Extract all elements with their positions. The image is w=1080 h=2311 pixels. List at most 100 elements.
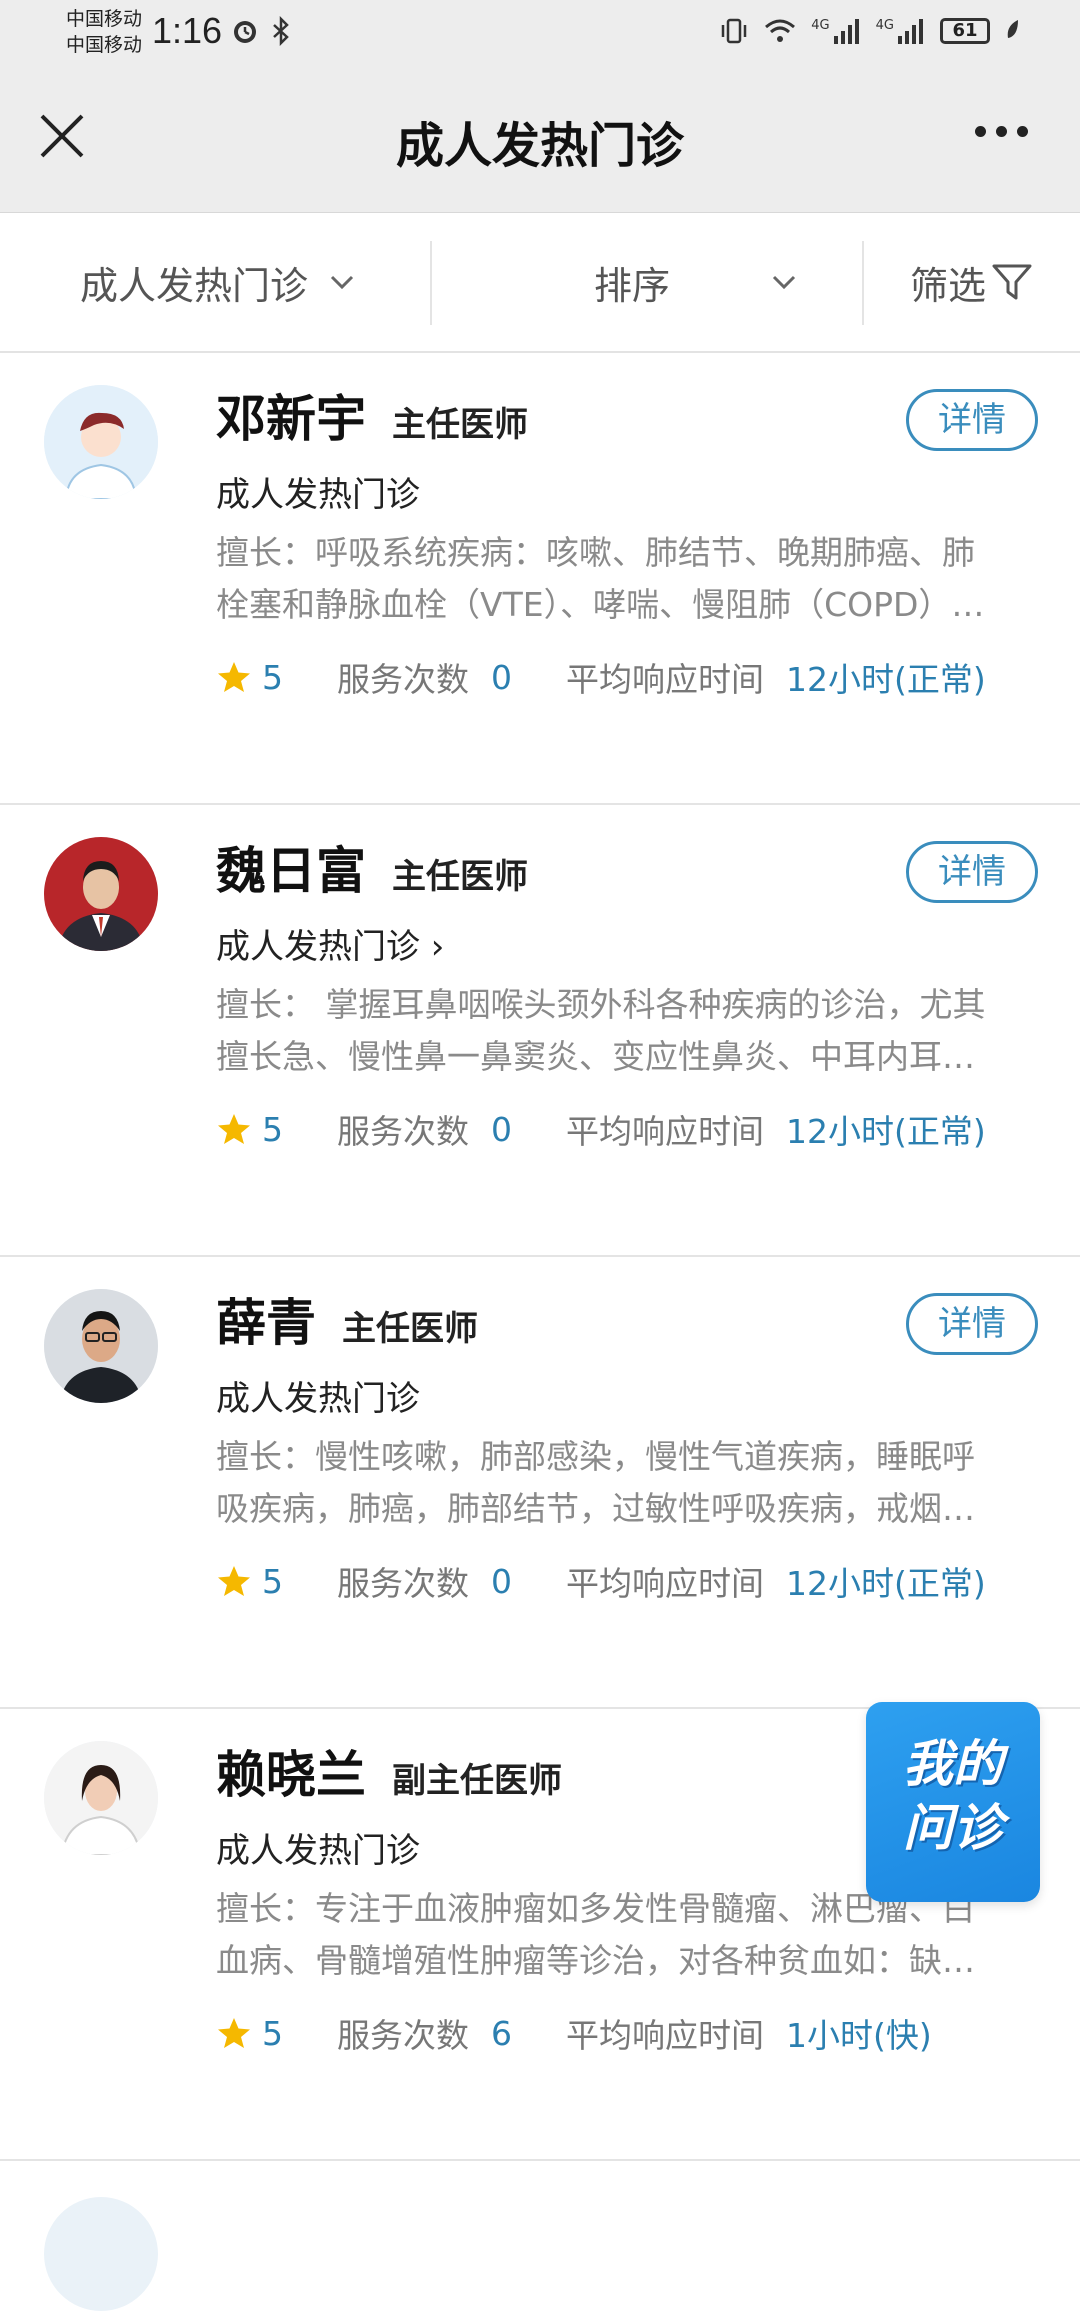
chevron-down-icon bbox=[330, 275, 354, 290]
doctor-department: 成人发热门诊 bbox=[216, 1379, 420, 1419]
response-time: 12小时(正常) bbox=[786, 660, 986, 699]
signal-label-2: 4G bbox=[875, 17, 894, 33]
doctor-card[interactable]: 薛青 主任医师 成人发热门诊 擅长：慢性咳嗽，肺部感染，慢性气道疾病，睡眠呼 吸疾病… bbox=[0, 1257, 1080, 1709]
service-count: 6 bbox=[491, 2013, 512, 2053]
battery-indicator: 61 bbox=[940, 18, 990, 44]
detail-button[interactable]: 详情 bbox=[906, 389, 1038, 451]
bluetooth-icon bbox=[273, 16, 289, 46]
doctor-photo bbox=[44, 1289, 158, 1403]
doctor-avatar bbox=[44, 385, 158, 499]
department-filter-label: 成人发热门诊 bbox=[80, 263, 309, 308]
response-time-label: 平均响应时间 bbox=[566, 660, 764, 699]
specialty-line: 吸疾病，肺癌，肺部结节，过敏性呼吸疾病，戒烟… bbox=[216, 1489, 975, 1528]
specialty-line: 擅长：慢性咳嗽，肺部感染，慢性气道疾病，睡眠呼 bbox=[216, 1437, 975, 1476]
response-time: 12小时(正常) bbox=[786, 1112, 986, 1151]
doctor-photo bbox=[44, 837, 158, 951]
doctor-department: 成人发热门诊 bbox=[216, 1831, 420, 1871]
doctor-name: 薛青 bbox=[216, 1294, 316, 1352]
sort-filter[interactable]: 排序 bbox=[594, 213, 798, 351]
doctor-avatar bbox=[44, 837, 158, 951]
rating-value: 5 bbox=[262, 1561, 283, 1601]
doctor-stats: 5 服务次数 0 平均响应时间 12小时(正常) bbox=[216, 653, 986, 701]
doctor-name-row: 邓新宇 主任医师 bbox=[216, 379, 528, 451]
specialty-line: 擅长： 掌握耳鼻咽喉头颈外科各种疾病的诊治，尤其 bbox=[216, 985, 986, 1024]
star-icon bbox=[218, 1566, 250, 1596]
doctor-title: 主任医师 bbox=[392, 857, 528, 897]
doctor-title: 主任医师 bbox=[392, 405, 528, 445]
vibrate-icon bbox=[722, 18, 747, 44]
doctor-card-partial[interactable] bbox=[0, 2161, 1080, 2311]
my-consultation-line2: 问诊 bbox=[903, 1799, 1003, 1857]
doctor-name: 魏日富 bbox=[216, 842, 366, 900]
carrier-top: 中国移动 bbox=[66, 8, 143, 30]
detail-button[interactable]: 详情 bbox=[906, 841, 1038, 903]
rating-value: 5 bbox=[262, 657, 283, 697]
wifi-icon bbox=[765, 19, 796, 42]
service-count-label: 服务次数 bbox=[337, 1564, 469, 1603]
rating-value: 5 bbox=[262, 2013, 283, 2053]
doctor-stats: 5 服务次数 0 平均响应时间 12小时(正常) bbox=[216, 1557, 986, 1605]
alarm-icon bbox=[234, 21, 256, 43]
specialty-line: 擅长急、慢性鼻一鼻窦炎、变应性鼻炎、中耳内耳… bbox=[216, 1037, 975, 1076]
doctor-title: 主任医师 bbox=[342, 1309, 478, 1349]
response-time-label: 平均响应时间 bbox=[566, 2016, 764, 2055]
my-consultation-line1: 我的 bbox=[903, 1735, 1003, 1793]
doctor-specialty: 擅长： 掌握耳鼻咽喉头颈外科各种疾病的诊治，尤其 擅长急、慢性鼻一鼻窦炎、变应性鼻… bbox=[216, 979, 1036, 1083]
doctor-card[interactable]: 魏日富 主任医师 成人发热门诊 › 擅长： 掌握耳鼻咽喉头颈外科各种疾病的诊治，尤… bbox=[0, 805, 1080, 1257]
status-time: 1:16 bbox=[152, 10, 223, 51]
doctor-department: 成人发热门诊 bbox=[216, 475, 420, 515]
my-consultation-button[interactable]: 我的 问诊 bbox=[866, 1702, 1040, 1902]
funnel-icon bbox=[992, 264, 1032, 300]
star-icon bbox=[218, 2018, 250, 2048]
doctor-stats: 5 服务次数 6 平均响应时间 1小时(快) bbox=[216, 2009, 932, 2057]
filter-divider bbox=[430, 241, 432, 325]
signal-label-1: 4G bbox=[811, 17, 830, 33]
status-right-icons: 4G 4G 61 bbox=[719, 16, 1022, 46]
doctor-avatar bbox=[44, 1741, 158, 1855]
status-bar: 中国移动 中国移动 1:16 4G 4G 61 bbox=[0, 0, 1080, 70]
carrier-bottom: 中国移动 bbox=[66, 34, 143, 56]
star-icon bbox=[218, 662, 250, 692]
doctor-specialty: 擅长：慢性咳嗽，肺部感染，慢性气道疾病，睡眠呼 吸疾病，肺癌，肺部结节，过敏性呼吸… bbox=[216, 1431, 1036, 1535]
doctor-name-row: 薛青 主任医师 bbox=[216, 1283, 478, 1355]
filter-bar: 成人发热门诊 排序 筛选 bbox=[0, 213, 1080, 353]
service-count: 0 bbox=[491, 1561, 512, 1601]
specialty-line: 擅长：呼吸系统疾病：咳嗽、肺结节、晚期肺癌、肺 bbox=[216, 533, 975, 572]
detail-button[interactable]: 详情 bbox=[906, 1293, 1038, 1355]
screen-filter[interactable]: 筛选 bbox=[910, 213, 1034, 351]
sort-filter-label: 排序 bbox=[594, 263, 671, 308]
filter-divider bbox=[862, 241, 864, 325]
doctor-department: 成人发热门诊 › bbox=[216, 927, 445, 967]
status-left-icons bbox=[230, 16, 292, 46]
specialty-line: 血病、骨髓增殖性肿瘤等诊治，对各种贫血如：缺… bbox=[216, 1941, 975, 1980]
specialty-line: 栓塞和静脉血栓（VTE）、哮喘、慢阻肺（COPD）… bbox=[216, 585, 985, 624]
doctor-card[interactable]: 邓新宇 主任医师 成人发热门诊 擅长：呼吸系统疾病：咳嗽、肺结节、晚期肺癌、肺 栓塞… bbox=[0, 353, 1080, 805]
service-count-label: 服务次数 bbox=[337, 660, 469, 699]
service-count: 0 bbox=[491, 657, 512, 697]
star-icon bbox=[218, 1114, 250, 1144]
response-time-label: 平均响应时间 bbox=[566, 1112, 764, 1151]
doctor-specialty: 擅长：呼吸系统疾病：咳嗽、肺结节、晚期肺癌、肺 栓塞和静脉血栓（VTE）、哮喘、慢… bbox=[216, 527, 1036, 631]
page-title: 成人发热门诊 bbox=[395, 118, 684, 174]
doctor-name: 赖晓兰 bbox=[216, 1746, 366, 1804]
response-time: 12小时(正常) bbox=[786, 1564, 986, 1603]
screen-filter-label: 筛选 bbox=[910, 263, 987, 308]
chevron-down-icon bbox=[772, 275, 796, 290]
nav-bar: 成人发热门诊 bbox=[0, 70, 1080, 213]
doctor-avatar bbox=[44, 2197, 158, 2311]
carrier-info: 中国移动 中国移动 bbox=[66, 6, 142, 58]
signal-icon-2 bbox=[898, 19, 923, 44]
response-time: 1小时(快) bbox=[786, 2016, 932, 2055]
leaf-icon bbox=[1007, 20, 1018, 38]
rating-value: 5 bbox=[262, 1109, 283, 1149]
doctor-stats: 5 服务次数 0 平均响应时间 12小时(正常) bbox=[216, 1105, 986, 1153]
service-count-label: 服务次数 bbox=[337, 1112, 469, 1151]
more-options-icon[interactable] bbox=[975, 126, 1028, 137]
service-count-label: 服务次数 bbox=[337, 2016, 469, 2055]
signal-icon bbox=[833, 19, 859, 44]
doctor-name: 邓新宇 bbox=[216, 390, 366, 448]
service-count: 0 bbox=[491, 1109, 512, 1149]
doctor-name-row: 赖晓兰 副主任医师 bbox=[216, 1735, 562, 1807]
response-time-label: 平均响应时间 bbox=[566, 1564, 764, 1603]
department-filter[interactable]: 成人发热门诊 bbox=[80, 213, 356, 351]
